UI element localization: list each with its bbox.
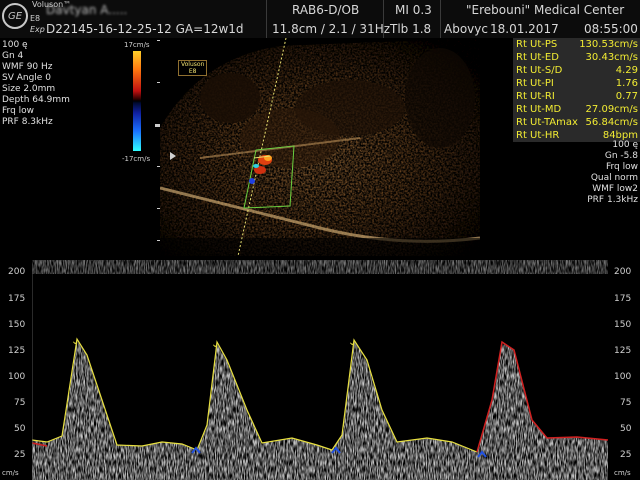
- left-info-line: WMF 90 Hz: [2, 62, 53, 72]
- scale-label: 75: [14, 398, 26, 408]
- measure-label: Rt Ut-PI: [516, 78, 554, 89]
- measure-value: 30.43cm/s: [585, 52, 638, 63]
- spectral-waveform: ⌄ ⌄ ⌄: [32, 260, 608, 480]
- bmode-image[interactable]: [160, 38, 480, 256]
- exam-date: 18.01.2017: [490, 22, 559, 36]
- user-name: Abovyc: [444, 22, 488, 36]
- peak-marker-icon: ⌄: [348, 337, 356, 348]
- peak-marker-icon: ⌄: [71, 336, 79, 347]
- scale-label: 50: [14, 424, 26, 434]
- measure-value: 27.09cm/s: [585, 104, 638, 115]
- scale-label: 25: [14, 450, 26, 460]
- measure-label: Rt Ut-RI: [516, 91, 555, 102]
- hospital-name: "Erebouni" Medical Center: [466, 3, 625, 17]
- scale-label: 175: [614, 294, 632, 304]
- scale-unit: cm/s: [614, 469, 631, 477]
- tib-value: Tlb 1.8: [390, 22, 432, 36]
- left-info-line: Depth 64.9mm: [2, 95, 70, 105]
- right-info-line: 100 ę: [612, 140, 638, 150]
- scale-label: 200: [614, 267, 632, 277]
- scale-label: 200: [8, 267, 26, 277]
- measure-value: 130.53cm/s: [579, 39, 638, 50]
- header-divider: [383, 0, 384, 38]
- ultrasound-texture: [160, 38, 480, 256]
- probe-label: RAB6-D/OB: [292, 3, 360, 17]
- left-info-line: Size 2.0mm: [2, 84, 56, 94]
- measure-label: Rt Ut-TAmax: [516, 117, 578, 128]
- scale-label: 50: [620, 424, 632, 434]
- scale-unit: cm/s: [2, 469, 19, 477]
- measure-label: Rt Ut-HR: [516, 130, 560, 141]
- measure-label: Rt Ut-PS: [516, 39, 558, 50]
- colorbar-bottom-label: -17cm/s: [122, 155, 151, 163]
- left-info-line: PRF 8.3kHz: [2, 117, 53, 127]
- measure-label: Rt Ut-S/D: [516, 65, 563, 76]
- voluson-badge: Voluson E8: [178, 60, 208, 76]
- scale-label: 150: [8, 320, 26, 330]
- scale-label: 100: [614, 372, 632, 382]
- scale-label: 125: [614, 346, 632, 356]
- left-info-line: SV Angle 0: [2, 73, 51, 83]
- mi-value: MI 0.3: [395, 3, 432, 17]
- scale-label: 100: [8, 372, 26, 382]
- exam-time: 08:55:00: [584, 22, 638, 36]
- header-bar: GE Voluson™ E8 Exp Davtyan A..... D22145…: [0, 0, 640, 38]
- peak-marker-icon: ⌄: [211, 339, 219, 350]
- left-info-line: Gn 4: [2, 51, 24, 61]
- voluson-sub: Exp: [30, 25, 45, 34]
- patient-id-line: D22145-16-12-25-12 GA=12w1d: [46, 22, 244, 36]
- depth-info: 11.8cm / 2.1 / 31Hz: [272, 22, 391, 36]
- scale-label: 75: [620, 398, 632, 408]
- right-info-line: WMF low2: [592, 184, 638, 194]
- header-divider: [266, 0, 267, 38]
- measure-value: 56.84cm/s: [585, 117, 638, 128]
- scale-label: 25: [620, 450, 632, 460]
- header-divider: [440, 0, 441, 38]
- ge-logo-icon: GE: [2, 3, 28, 29]
- right-info-line: PRF 1.3kHz: [587, 195, 638, 205]
- scale-label: 125: [8, 346, 26, 356]
- measure-value: 4.29: [615, 65, 638, 76]
- measure-label: Rt Ut-MD: [516, 104, 562, 115]
- left-info-line: Frq low: [2, 106, 35, 116]
- color-scale: [133, 51, 141, 151]
- measure-value: 1.76: [615, 78, 638, 89]
- patient-name: Davtyan A.....: [46, 3, 128, 17]
- right-info-line: Qual norm: [590, 173, 638, 183]
- colorbar-top-label: 17cm/s: [124, 41, 150, 49]
- right-info-line: Frq low: [605, 162, 638, 172]
- measure-value: 0.77: [615, 91, 638, 102]
- measure-label: Rt Ut-ED: [516, 52, 559, 63]
- left-info-line: 100 ę: [2, 40, 28, 50]
- measurement-panel: Rt Ut-PS 130.53cm/s Rt Ut-ED 30.43cm/s R…: [513, 38, 640, 142]
- right-info-line: Gn -5.8: [604, 151, 638, 161]
- scale-label: 175: [8, 294, 26, 304]
- spectral-doppler-display[interactable]: ⌄ ⌄ ⌄: [32, 260, 608, 480]
- pointer-arrow-icon: [170, 152, 176, 160]
- voluson-model: E8: [30, 14, 41, 23]
- scale-label: 150: [614, 320, 632, 330]
